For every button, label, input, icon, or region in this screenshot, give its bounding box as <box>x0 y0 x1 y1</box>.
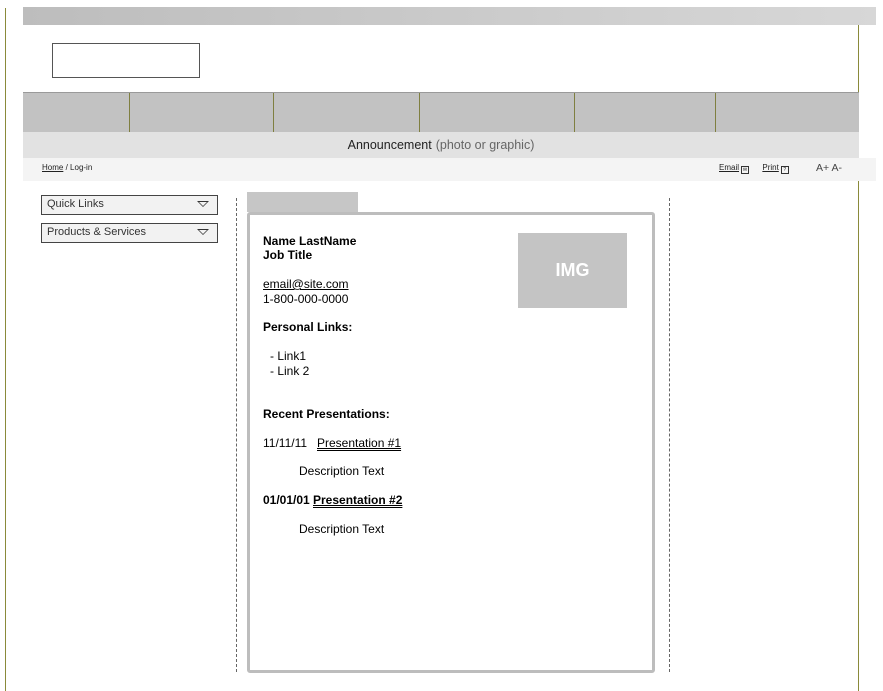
profile-email-link[interactable]: email@site.com <box>263 277 349 291</box>
presentation-date: 01/01/01 <box>263 493 310 507</box>
email-link[interactable]: Email <box>719 163 739 172</box>
nav-item-2[interactable] <box>130 93 274 132</box>
main-nav <box>23 92 859 132</box>
chevron-down-icon <box>197 229 209 235</box>
left-column-divider <box>236 198 237 672</box>
profile-job-title: Job Title <box>263 248 313 262</box>
nav-item-6[interactable] <box>716 93 859 132</box>
profile-name: Name LastName <box>263 234 357 248</box>
font-size-controls: A+ A- <box>816 162 842 174</box>
content-tab[interactable] <box>247 192 358 212</box>
presentation-date: 11/11/11 <box>263 436 308 450</box>
top-bar <box>23 7 876 25</box>
announcement-banner: Announcement (photo or graphic) <box>23 132 859 158</box>
presentation-description: Description Text <box>299 522 385 536</box>
presentations-heading: Recent Presentations: <box>263 407 390 421</box>
presentation-link[interactable]: Presentation #1 <box>317 436 401 450</box>
profile-phone: 1-800-000-0000 <box>263 292 349 306</box>
announcement-text: Announcement <box>347 138 432 152</box>
announcement-subtext: (photo or graphic) <box>435 138 535 152</box>
nav-item-1[interactable] <box>23 93 130 132</box>
chevron-down-icon <box>197 201 209 207</box>
print-link[interactable]: Print <box>762 163 778 172</box>
page-tools: Email ✉ Print? <box>719 163 789 174</box>
breadcrumb-separator: / <box>65 163 68 172</box>
quick-links-label: Quick Links <box>47 198 104 210</box>
breadcrumb-bar: Home / Log-in Email ✉ Print? A+ A- <box>23 158 876 181</box>
print-icon[interactable]: ? <box>780 166 789 174</box>
breadcrumb-home-link[interactable]: Home <box>42 163 63 172</box>
products-services-dropdown[interactable]: Products & Services <box>41 223 218 243</box>
logo-placeholder[interactable] <box>52 43 200 78</box>
nav-item-5[interactable] <box>575 93 716 132</box>
frame-left-border <box>5 8 6 691</box>
presentation-link[interactable]: Presentation #2 <box>313 493 402 507</box>
personal-links-heading: Personal Links: <box>263 320 353 334</box>
right-column-divider <box>669 198 670 672</box>
nav-item-4[interactable] <box>420 93 575 132</box>
nav-item-3[interactable] <box>274 93 420 132</box>
font-larger-button[interactable]: A+ <box>816 162 829 174</box>
products-services-label: Products & Services <box>47 226 147 238</box>
email-icon[interactable]: ✉ <box>741 166 750 174</box>
personal-link[interactable]: - Link 2 <box>270 364 309 378</box>
font-smaller-button[interactable]: A- <box>831 162 842 174</box>
presentation-description: Description Text <box>299 464 385 478</box>
quick-links-dropdown[interactable]: Quick Links <box>41 195 218 215</box>
breadcrumb-current: Log-in <box>70 163 93 172</box>
breadcrumb: Home / Log-in <box>42 163 92 172</box>
image-placeholder-label: IMG <box>555 260 590 280</box>
personal-link[interactable]: - Link1 <box>270 349 306 363</box>
profile-image: IMG <box>518 233 627 308</box>
